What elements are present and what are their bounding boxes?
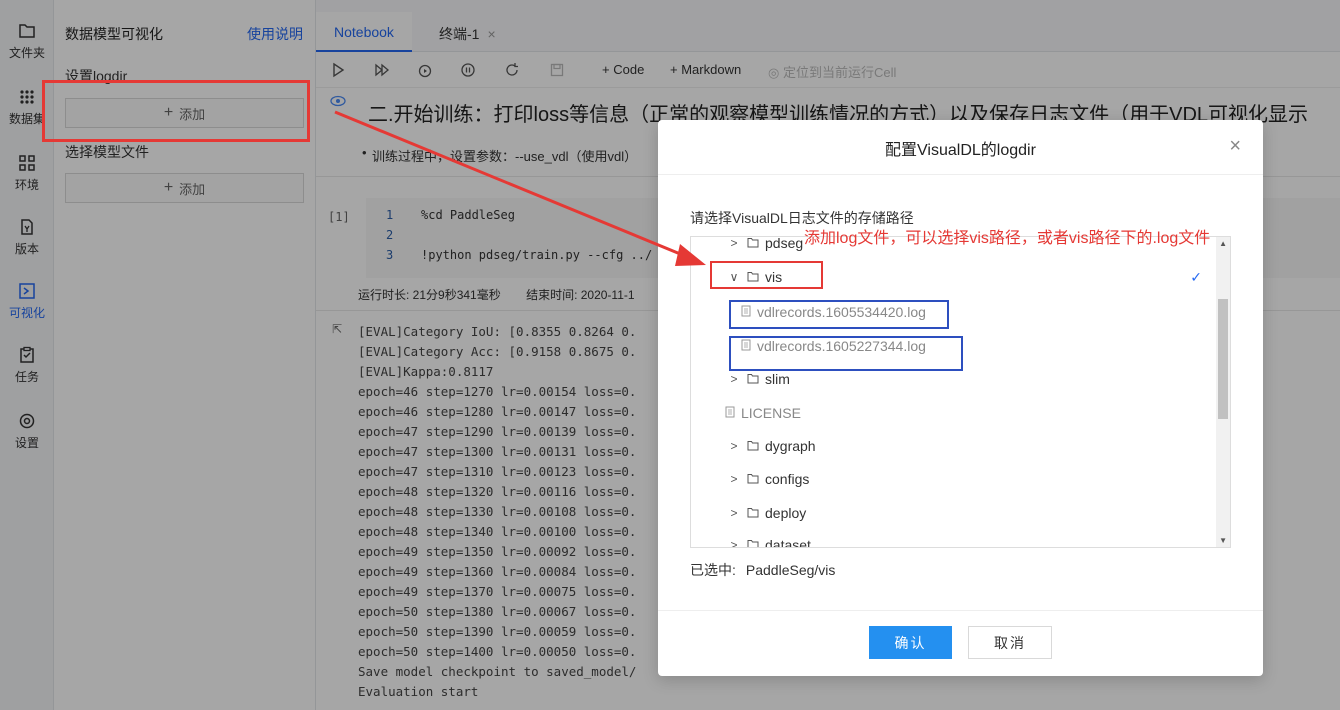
file-icon: [725, 405, 735, 421]
scroll-up-icon[interactable]: ▲: [1219, 239, 1227, 248]
chevron-right-icon[interactable]: >: [727, 372, 741, 386]
chevron-right-icon[interactable]: >: [727, 439, 741, 453]
annotation-box-vis: [710, 261, 823, 289]
chevron-right-icon[interactable]: >: [727, 237, 741, 250]
annotation-box-log-2: [729, 336, 963, 371]
tree-item-label: dygraph: [765, 438, 816, 454]
scroll-thumb[interactable]: [1218, 299, 1228, 419]
folder-icon: [747, 438, 759, 454]
tree-item-label: dataset: [765, 537, 811, 548]
folder-icon: [747, 471, 759, 487]
logdir-dialog: 配置VisualDL的logdir × 请选择VisualDL日志文件的存储路径…: [658, 120, 1263, 676]
tree-item-configs[interactable]: > configs: [727, 467, 809, 491]
confirm-button[interactable]: 确认: [869, 626, 952, 659]
close-icon[interactable]: ×: [1229, 136, 1241, 156]
chevron-right-icon[interactable]: >: [727, 538, 741, 547]
selected-label: 已选中:: [690, 562, 736, 578]
check-icon: ✓: [1190, 269, 1202, 285]
tree-item-deploy[interactable]: > deploy: [727, 501, 806, 525]
tree-item-label: LICENSE: [741, 405, 801, 421]
annotation-box-add-logdir: [42, 80, 310, 142]
tree-item-label: deploy: [765, 505, 807, 521]
cancel-button[interactable]: 取消: [968, 626, 1052, 659]
folder-icon: [747, 237, 759, 251]
tree-item-dygraph[interactable]: > dygraph: [727, 434, 816, 458]
tree-item-dataset[interactable]: > dataset: [727, 533, 811, 548]
folder-icon: [747, 371, 759, 387]
dialog-title: 配置VisualDL的logdir: [885, 142, 1036, 159]
tree-item-label: configs: [765, 471, 810, 487]
chevron-right-icon[interactable]: >: [727, 506, 741, 520]
selected-path: 已选中: PaddleSeg/vis: [690, 560, 835, 580]
folder-icon: [747, 505, 759, 521]
annotation-text: 添加log文件，可以选择vis路径，或者vis路径下的.log文件: [804, 230, 1211, 247]
selected-value: PaddleSeg/vis: [745, 562, 836, 578]
tree-item-label: pdseg: [765, 236, 804, 251]
tree-item-license[interactable]: LICENSE: [725, 401, 801, 425]
chevron-right-icon[interactable]: >: [727, 472, 741, 486]
scroll-down-icon[interactable]: ▼: [1219, 536, 1227, 545]
tree-item-pdseg[interactable]: > pdseg: [727, 236, 804, 255]
folder-icon: [747, 537, 759, 547]
tree-item-label: slim: [765, 371, 790, 387]
tree-scrollbar[interactable]: ▲ ▼: [1216, 237, 1230, 547]
annotation-box-log-1: [729, 300, 949, 329]
dialog-header-divider: [658, 174, 1263, 175]
dialog-footer-divider: [658, 610, 1263, 611]
